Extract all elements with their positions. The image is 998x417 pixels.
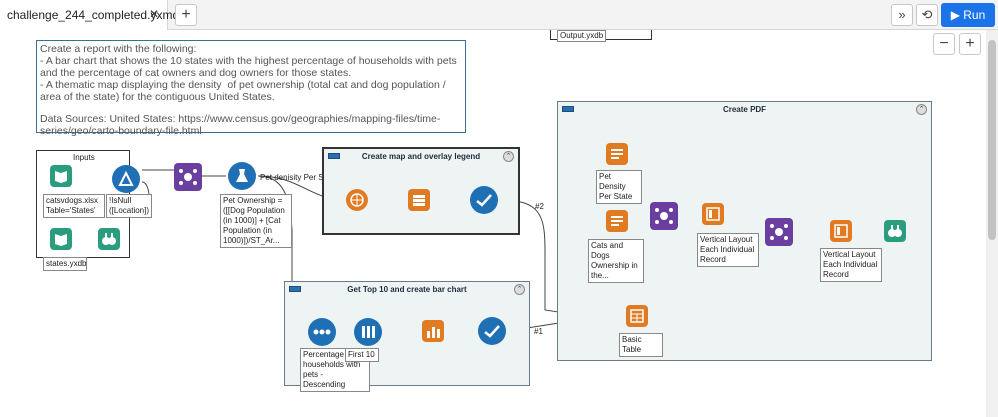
layers-icon <box>413 195 425 206</box>
filter-icon <box>118 170 134 186</box>
inputs-title: Inputs <box>73 153 95 162</box>
container-title: Get Top 10 and create bar chart <box>347 285 467 294</box>
layout-tool[interactable] <box>408 189 430 211</box>
table-tool[interactable] <box>626 305 648 327</box>
render-tool[interactable] <box>884 220 906 242</box>
table-icon <box>630 309 644 323</box>
globe-icon <box>350 193 364 207</box>
book-icon <box>55 234 67 246</box>
test-tubes-icon <box>362 326 375 338</box>
layout-icon <box>834 224 848 238</box>
select-tool-chart[interactable] <box>478 317 506 345</box>
text-tool-2[interactable] <box>606 210 628 232</box>
input-label-1: catsvdogs.xlsx Table='States' <box>43 194 105 218</box>
table-label: Basic Table <box>619 333 663 357</box>
layout-icon <box>706 207 720 221</box>
text-label-2: Cats and Dogs Ownership in the... <box>588 239 644 283</box>
flask-icon <box>236 169 248 182</box>
book-icon <box>55 171 67 183</box>
collapse-icon[interactable]: ⌃ <box>916 104 927 115</box>
formula-tool[interactable] <box>228 162 256 190</box>
layout-label-2: Vertical Layout Each Individual Record <box>820 248 882 282</box>
join-multiple-tool-2[interactable] <box>765 218 793 246</box>
dots-icon <box>313 329 331 335</box>
collapse-icon[interactable]: ⌃ <box>503 151 514 162</box>
layout-label-1: Vertical Layout Each Individual Record <box>697 233 759 267</box>
sample-tool[interactable] <box>354 318 382 346</box>
bar-chart-icon <box>427 327 440 338</box>
input-label-2: states.yxdb <box>43 257 87 271</box>
join-icon <box>655 208 673 224</box>
formula-label: Pet Ownership = ([[Dog Population (in 10… <box>220 194 292 248</box>
binoculars-icon <box>102 233 116 245</box>
join-multiple-tool[interactable] <box>650 202 678 230</box>
layout-tool-2[interactable] <box>830 220 852 242</box>
container-title: Create PDF <box>722 105 767 114</box>
input-tool-2[interactable] <box>50 228 72 250</box>
wire-label-2: #2 <box>535 202 544 211</box>
browse-tool-1[interactable] <box>98 228 120 250</box>
wire-label-1: #1 <box>534 327 543 336</box>
select-tool-map[interactable] <box>470 186 498 214</box>
binoculars-icon <box>888 225 902 237</box>
map-tool[interactable] <box>346 189 368 211</box>
text-tool-1[interactable] <box>606 143 628 165</box>
sample-label: First 10 <box>345 348 379 362</box>
layout-tool-1[interactable] <box>702 203 724 225</box>
filter-label: !IsNull ([Location]) <box>106 194 152 218</box>
checkmark-icon <box>484 325 500 338</box>
checkmark-icon <box>476 194 492 207</box>
text-lines-icon <box>611 149 623 159</box>
collapse-icon[interactable]: ⌃ <box>514 284 525 295</box>
text-lines-icon <box>611 216 623 226</box>
chart-tool[interactable] <box>422 320 444 342</box>
sort-tool[interactable] <box>308 318 336 346</box>
join-tool[interactable] <box>174 163 202 191</box>
text-label-1: Pet Density Per State <box>596 170 642 204</box>
filter-tool[interactable] <box>112 165 140 193</box>
container-title: Create map and overlay legend <box>361 152 481 161</box>
join-icon <box>770 224 788 240</box>
input-tool-1[interactable] <box>50 165 72 187</box>
join-icon <box>179 169 197 185</box>
